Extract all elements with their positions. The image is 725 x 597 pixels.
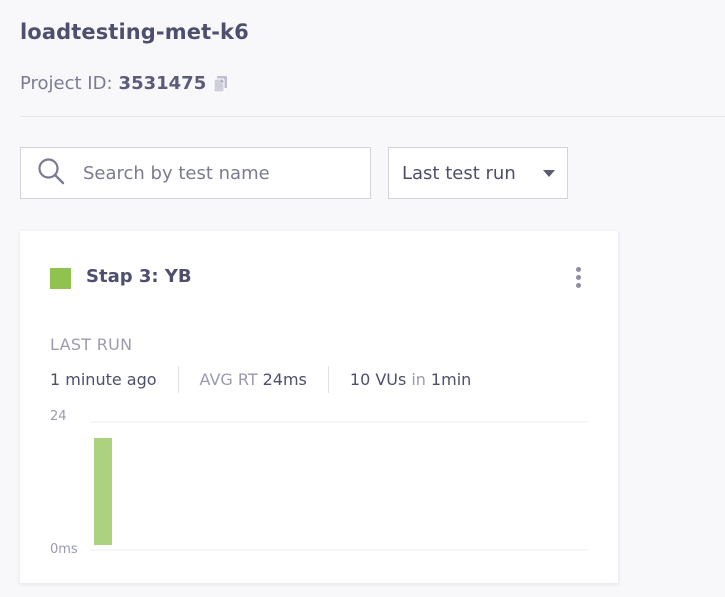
y-tick-label: 0ms [50, 542, 78, 557]
duration-value: 1min [430, 369, 472, 389]
test-name-link[interactable]: Stap 3: YB [86, 266, 192, 287]
y-tick-label: 24 [50, 409, 67, 424]
search-input[interactable] [81, 161, 345, 185]
test-card[interactable]: Stap 3: YB LAST RUN 1 minute ago AVG RT … [20, 231, 618, 583]
status-indicator [50, 268, 71, 289]
avg-rt-stat: AVG RT 24ms [200, 370, 307, 389]
sort-select-value: Last test run [402, 162, 516, 184]
project-id-value: 3531475 [118, 73, 207, 94]
last-run-time: 1 minute ago [50, 369, 157, 389]
test-list-page: loadtesting-met-k6 Project ID: 3531475 L… [0, 0, 725, 597]
sort-select[interactable]: Last test run [388, 147, 568, 199]
stat-divider [327, 365, 329, 393]
kebab-menu-icon[interactable] [572, 267, 584, 291]
stats-row: 1 minute ago AVG RT 24ms 10 VUs in 1min [50, 365, 471, 393]
avg-rt-value: 24ms [262, 369, 307, 389]
chevron-down-icon [543, 169, 555, 177]
copy-icon[interactable] [213, 75, 229, 93]
vus-in-label: in [411, 369, 426, 389]
project-id-label: Project ID: [20, 73, 113, 94]
vus-value: 10 VUs [349, 369, 407, 389]
response-time-chart-svg: 24 0ms [50, 409, 588, 557]
chart-bar[interactable] [94, 438, 112, 545]
vus-stat: 10 VUs in 1min [350, 370, 471, 389]
search-box[interactable] [20, 147, 371, 199]
stat-divider [177, 365, 179, 393]
search-icon [21, 157, 65, 189]
last-run-label: LAST RUN [50, 335, 133, 354]
response-time-chart: 24 0ms [42, 409, 598, 557]
project-id-row: Project ID: 3531475 [20, 73, 229, 94]
header-divider [20, 116, 725, 117]
avg-rt-label: AVG RT [199, 369, 258, 389]
project-title: loadtesting-met-k6 [20, 20, 249, 44]
